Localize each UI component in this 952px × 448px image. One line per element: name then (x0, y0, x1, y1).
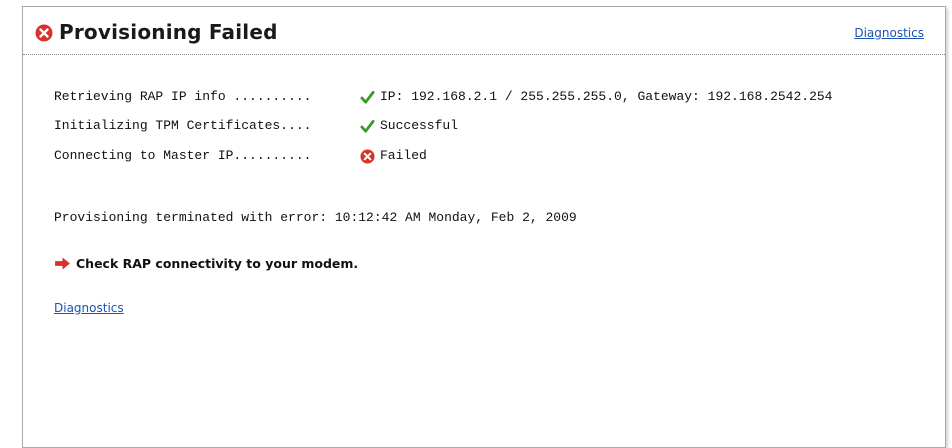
step-row-retrieving-ip: Retrieving RAP IP info .......... IP: 19… (54, 89, 832, 105)
advice-line: Check RAP connectivity to your modem. (54, 256, 358, 271)
error-circle-icon (360, 148, 375, 164)
page-title: Provisioning Failed (59, 20, 278, 44)
provisioning-panel: Provisioning Failed Diagnostics Retrievi… (22, 6, 946, 448)
red-arrow-right-icon (55, 257, 70, 270)
step-row-master-ip: Connecting to Master IP.......... Failed (54, 148, 427, 164)
diagnostics-header-link[interactable]: Diagnostics (854, 26, 924, 40)
step-label: Initializing TPM Certificates.... (54, 118, 312, 133)
checkmark-icon (360, 90, 375, 104)
step-row-tpm-certificates: Initializing TPM Certificates.... Succes… (54, 118, 458, 134)
advice-text: Check RAP connectivity to your modem. (76, 256, 359, 271)
panel-header: Provisioning Failed Diagnostics (23, 7, 945, 55)
step-label: Retrieving RAP IP info .......... (54, 89, 312, 104)
checkmark-icon (360, 119, 375, 133)
step-label: Connecting to Master IP.......... (54, 148, 312, 163)
diagnostics-link[interactable]: Diagnostics (54, 301, 124, 315)
step-result: Successful (380, 118, 459, 133)
step-result: IP: 192.168.2.1 / 255.255.255.0, Gateway… (380, 89, 833, 104)
step-result: Failed (380, 148, 427, 163)
error-message: Provisioning terminated with error: 10:1… (54, 210, 577, 225)
error-circle-icon (35, 24, 53, 42)
